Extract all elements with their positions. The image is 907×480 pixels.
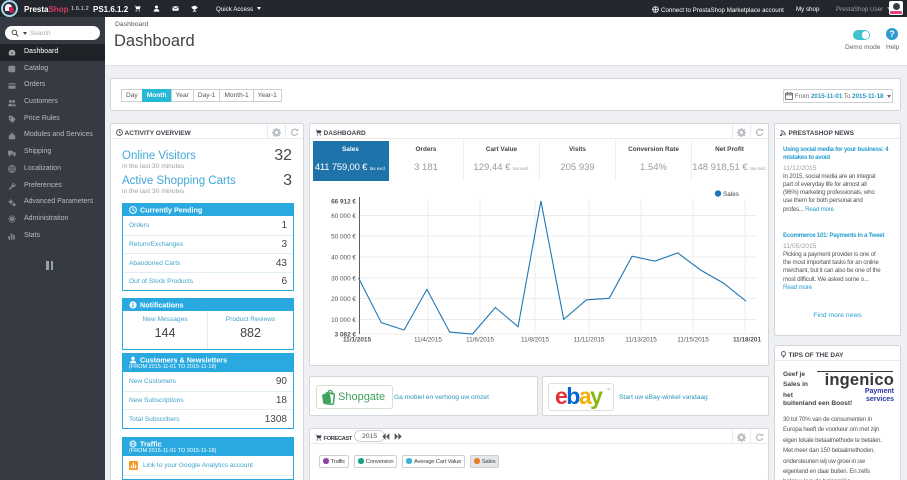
svg-text:66 912 €: 66 912 €	[331, 199, 356, 206]
svg-text:11/8/2015: 11/8/2015	[521, 337, 549, 344]
svg-text:20 000 €: 20 000 €	[331, 296, 356, 303]
svg-text:11/13/2015: 11/13/2015	[625, 337, 657, 344]
svg-text:60 000 €: 60 000 €	[331, 213, 356, 220]
svg-text:11/4/2015: 11/4/2015	[414, 337, 442, 344]
svg-text:30 000 €: 30 000 €	[331, 275, 356, 282]
svg-text:11/15/2015: 11/15/2015	[677, 337, 709, 344]
svg-text:11/6/2015: 11/6/2015	[466, 337, 494, 344]
svg-text:10 000 €: 10 000 €	[331, 317, 356, 324]
svg-text:Sales: Sales	[723, 191, 739, 198]
svg-text:11/1/2015: 11/1/2015	[343, 337, 372, 344]
svg-text:50 000 €: 50 000 €	[331, 234, 356, 241]
svg-text:40 000 €: 40 000 €	[331, 255, 356, 262]
svg-text:11/11/2015: 11/11/2015	[573, 337, 604, 344]
svg-text:11/18/201: 11/18/201	[733, 337, 762, 344]
